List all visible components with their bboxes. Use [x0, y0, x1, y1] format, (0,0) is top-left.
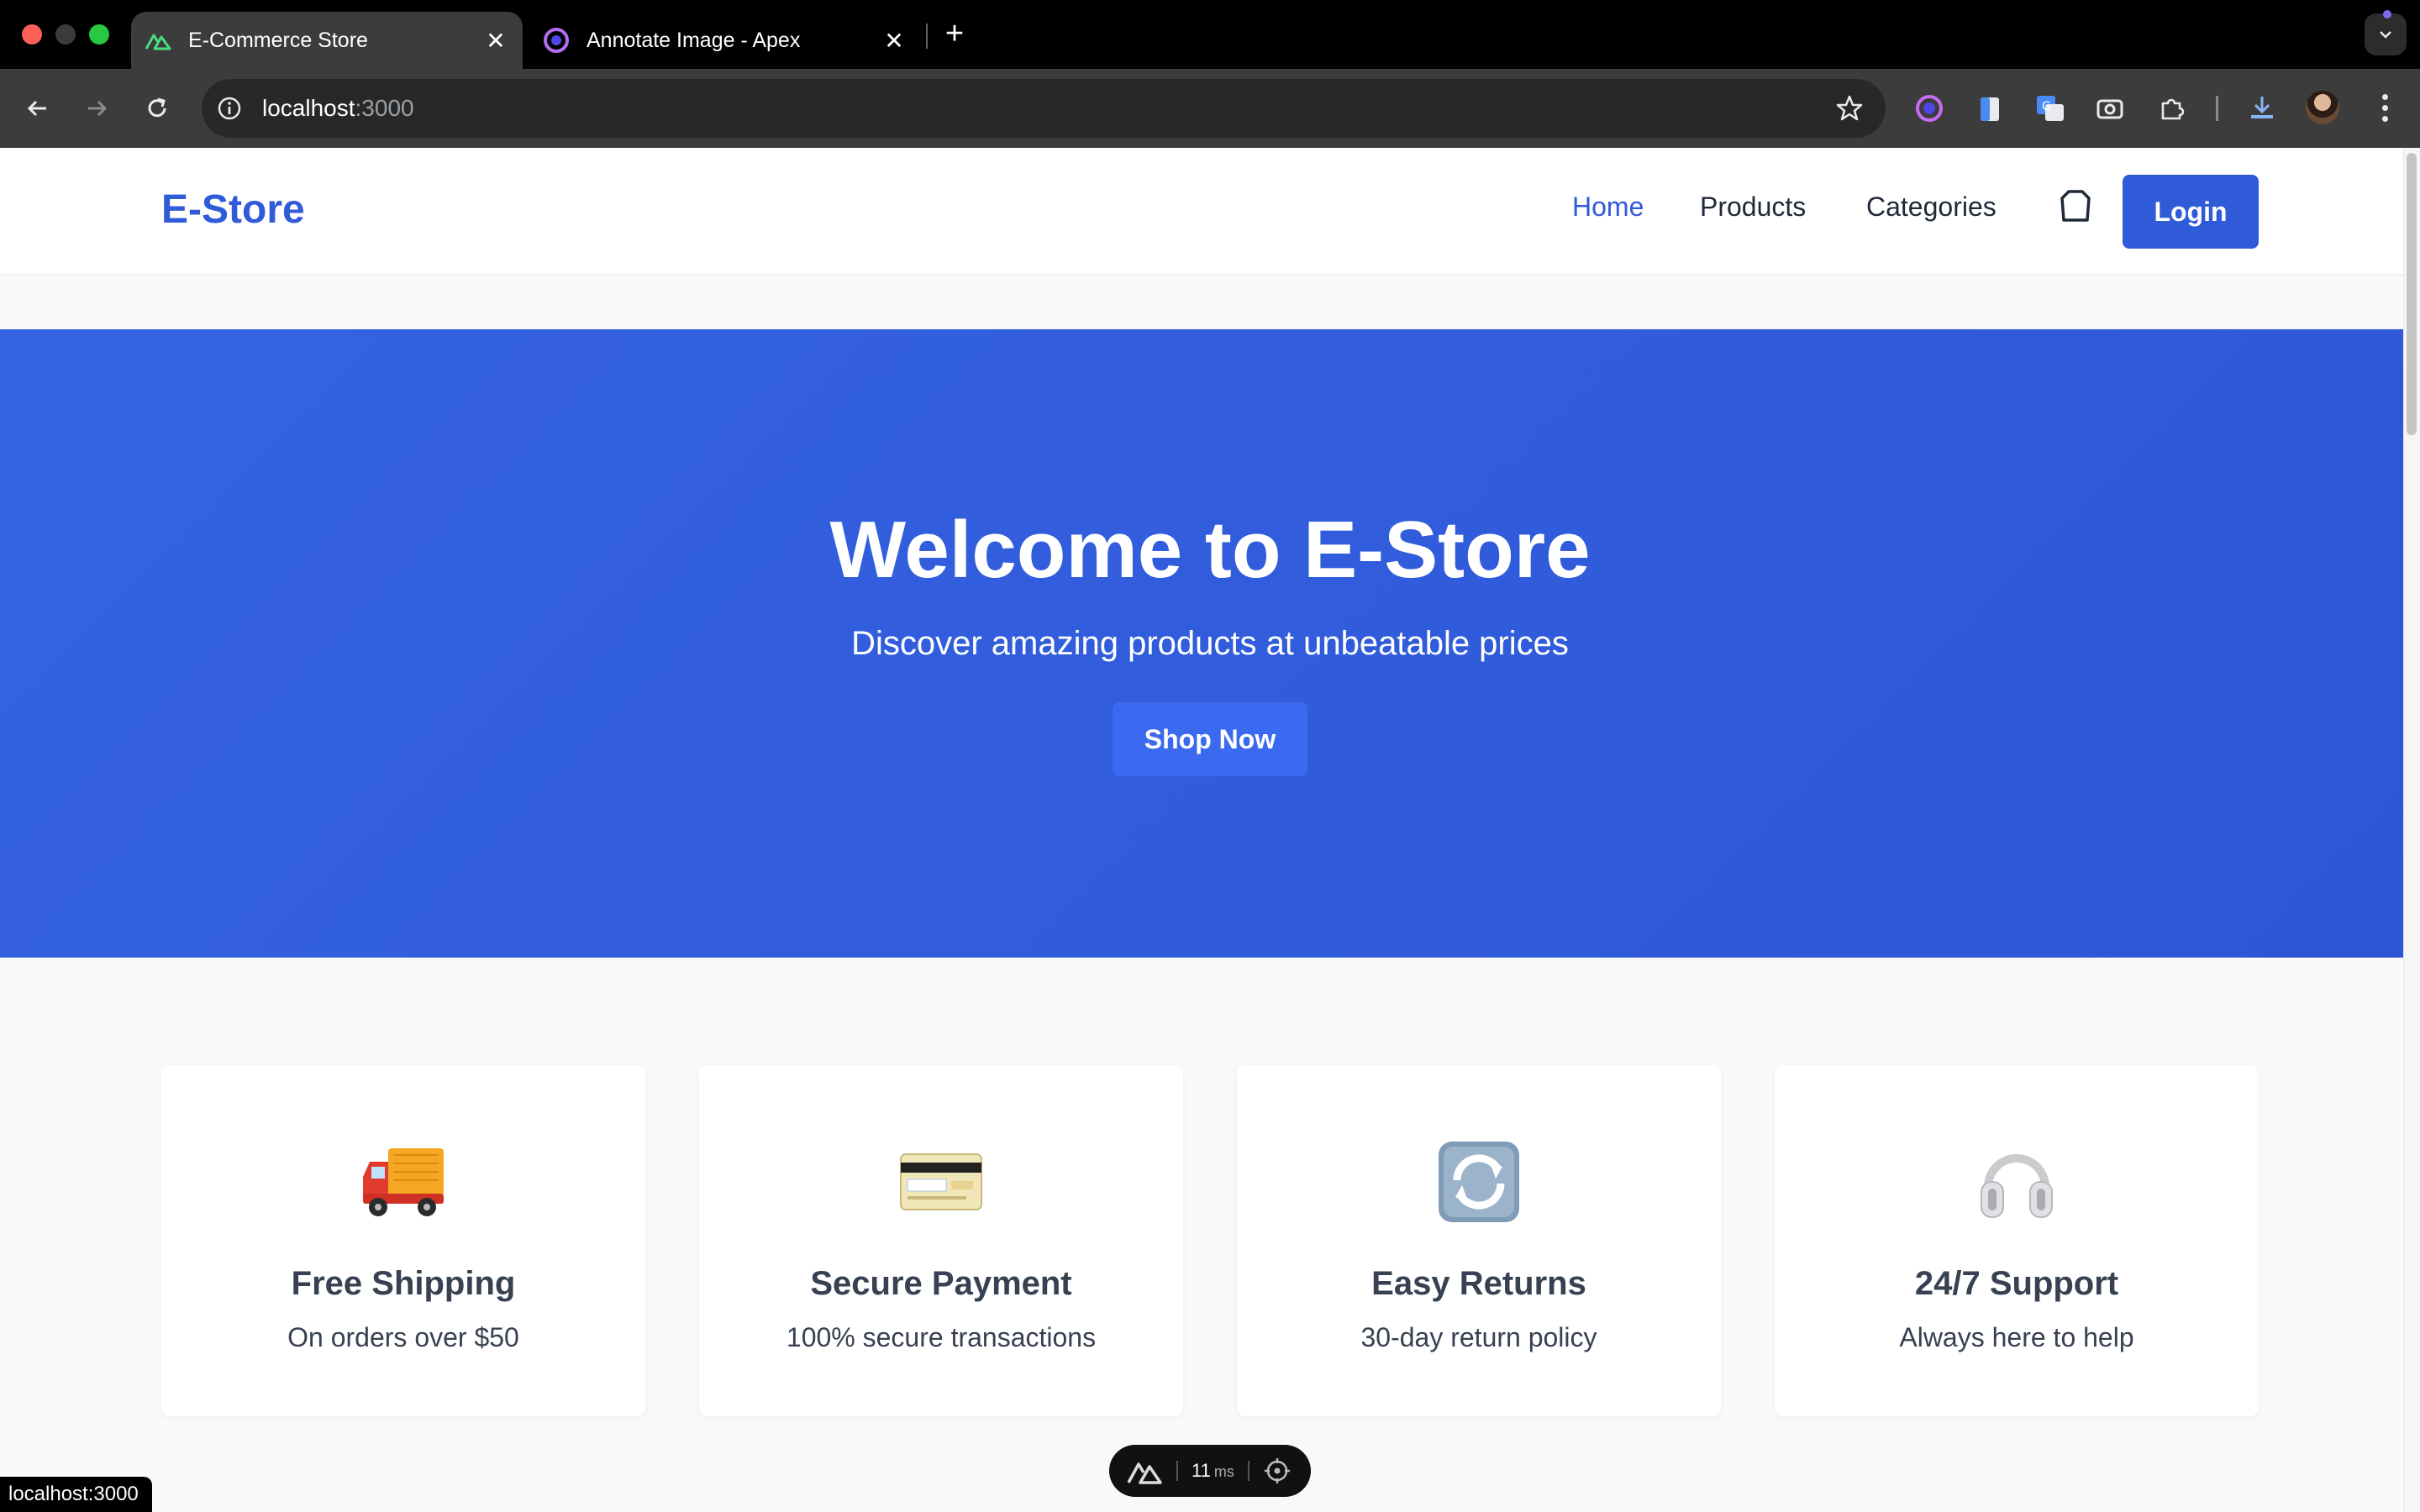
credit-card-icon [699, 1136, 1183, 1228]
nuxt-icon[interactable] [1126, 1454, 1163, 1488]
crosshair-icon[interactable] [1263, 1457, 1292, 1485]
status-bar-url: localhost:3000 [0, 1477, 152, 1512]
download-icon[interactable] [2245, 92, 2279, 125]
shop-now-button[interactable]: Shop Now [1113, 702, 1307, 776]
tab-ecommerce-store[interactable]: E-Commerce Store ✕ [131, 12, 523, 69]
tab-search-button[interactable] [2365, 13, 2407, 55]
arrow-left-icon [27, 100, 46, 117]
feature-card-support: 24/7 Support Always here to help [1775, 1065, 2259, 1416]
headphones-icon [1775, 1136, 2259, 1228]
reload-icon [148, 97, 166, 118]
new-tab-button[interactable]: + [938, 17, 971, 50]
scrollbar-thumb[interactable] [2407, 153, 2417, 435]
shopping-bag-icon[interactable] [2055, 186, 2096, 227]
site-header: E-Store Home Products Categories Login [0, 148, 2403, 276]
apex-icon [543, 27, 570, 54]
nav-products[interactable]: Products [1700, 192, 1806, 223]
feature-description: On orders over $50 [287, 1322, 519, 1352]
profile-avatar[interactable] [2306, 91, 2339, 124]
tab-separator [926, 24, 928, 49]
apex-extension-icon[interactable] [1912, 92, 1946, 125]
site-info-icon[interactable] [215, 94, 244, 123]
refresh-arrows-icon [1237, 1136, 1721, 1228]
hero-banner: Welcome to E-Store Discover amazing prod… [0, 329, 2403, 958]
feature-title: Secure Payment [810, 1265, 1072, 1302]
tab-annotate-image[interactable]: Annotate Image - Apex ✕ [529, 12, 921, 69]
devtools-separator [1176, 1461, 1178, 1481]
feature-title: 24/7 Support [1914, 1265, 2119, 1302]
devtools-bar[interactable]: 11 ms [1109, 1445, 1311, 1497]
translate-extension-icon[interactable]: G [2033, 92, 2067, 125]
maximize-window-button[interactable] [89, 24, 109, 45]
feature-card-free-shipping: Free Shipping On orders over $50 [161, 1065, 645, 1416]
delivery-truck-icon [161, 1136, 645, 1228]
login-button[interactable]: Login [2123, 175, 2259, 249]
forward-button[interactable] [76, 87, 118, 129]
url-text: localhost:3000 [262, 95, 414, 121]
screen-capture-extension-icon[interactable] [2094, 92, 2128, 125]
feature-title: Easy Returns [1371, 1265, 1586, 1302]
tab-title: Annotate Image - Apex [587, 28, 801, 52]
clipboard-extension-icon[interactable] [1973, 92, 2007, 125]
reload-button[interactable] [136, 87, 178, 129]
close-icon[interactable]: ✕ [479, 24, 513, 57]
close-window-button[interactable] [22, 24, 42, 45]
tab-strip: E-Commerce Store ✕ Annotate Image - Apex… [0, 0, 2420, 69]
hero-subtitle: Discover amazing products at unbeatable … [851, 625, 1569, 662]
toolbar-separator [2216, 96, 2218, 121]
tab-title: E-Commerce Store [188, 28, 368, 52]
arrow-right-icon [88, 100, 108, 117]
browser-toolbar: localhost:3000 G [0, 69, 2420, 148]
feature-description: Always here to help [1899, 1322, 2134, 1352]
nav-categories[interactable]: Categories [1866, 192, 1996, 223]
chevron-down-icon [2380, 31, 2391, 39]
feature-title: Free Shipping [291, 1265, 516, 1302]
page-scrollbar[interactable] [2403, 148, 2420, 1512]
page-viewport: E-Store Home Products Categories Login W… [0, 148, 2420, 1512]
minimize-window-button[interactable] [55, 24, 76, 45]
feature-description: 30-day return policy [1360, 1322, 1597, 1352]
notification-dot [2383, 10, 2391, 18]
svg-text:G: G [2042, 100, 2051, 113]
feature-description: 100% secure transactions [786, 1322, 1097, 1352]
devtools-separator [1247, 1461, 1249, 1481]
feature-card-secure-payment: Secure Payment 100% secure transactions [699, 1065, 1183, 1416]
hero-title: Welcome to E-Store [829, 505, 1591, 595]
browser-menu-button[interactable] [2368, 87, 2402, 128]
extensions-puzzle-icon[interactable] [2154, 92, 2188, 125]
site-logo[interactable]: E-Store [161, 186, 305, 233]
browser-window: E-Commerce Store ✕ Annotate Image - Apex… [0, 0, 2420, 1512]
render-time: 11 ms [1192, 1460, 1234, 1481]
back-button[interactable] [17, 87, 59, 129]
close-icon[interactable]: ✕ [877, 24, 911, 57]
bookmark-star-icon[interactable] [1835, 94, 1864, 123]
feature-card-easy-returns: Easy Returns 30-day return policy [1237, 1065, 1721, 1416]
address-bar[interactable]: localhost:3000 [202, 79, 1886, 138]
nav-home[interactable]: Home [1572, 192, 1644, 223]
nuxt-icon [145, 27, 171, 54]
